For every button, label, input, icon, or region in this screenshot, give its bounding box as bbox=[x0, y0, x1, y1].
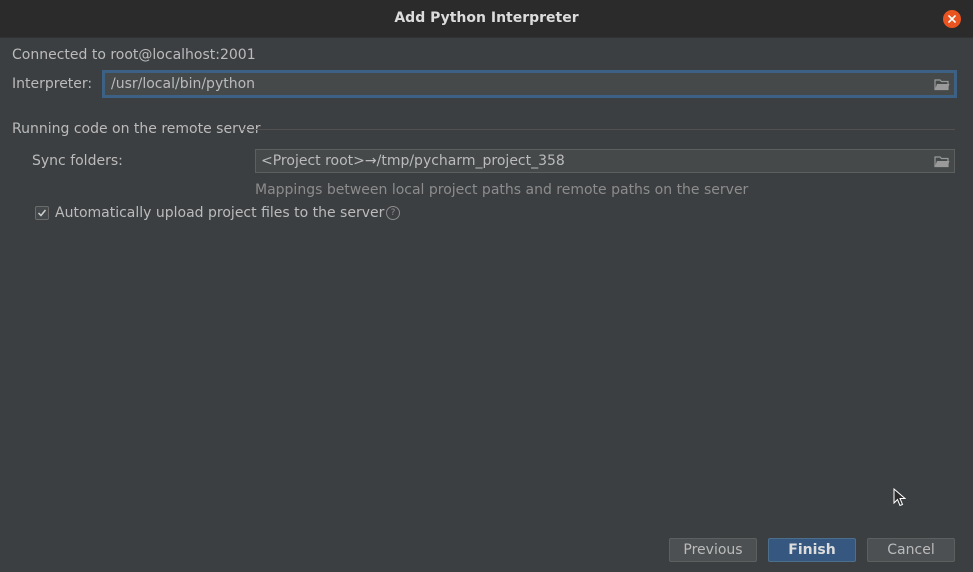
sync-folders-hint: Mappings between local project paths and… bbox=[255, 182, 749, 198]
folder-icon[interactable] bbox=[934, 78, 950, 91]
sync-folders-label: Sync folders: bbox=[32, 153, 123, 169]
sync-folders-input[interactable]: <Project root>→/tmp/pycharm_project_358 bbox=[255, 149, 955, 173]
previous-button[interactable]: Previous bbox=[669, 538, 757, 562]
finish-button[interactable]: Finish bbox=[768, 538, 856, 562]
section-title: Running code on the remote server bbox=[12, 121, 261, 137]
interpreter-label: Interpreter: bbox=[12, 76, 93, 92]
connection-status: Connected to root@localhost:2001 bbox=[12, 47, 256, 63]
folder-icon[interactable] bbox=[934, 155, 950, 168]
close-icon bbox=[948, 15, 956, 23]
close-button[interactable] bbox=[943, 10, 961, 28]
auto-upload-label[interactable]: Automatically upload project files to th… bbox=[55, 205, 384, 221]
interpreter-path-value: /usr/local/bin/python bbox=[111, 76, 256, 92]
mouse-cursor-icon bbox=[893, 488, 907, 507]
section-divider bbox=[242, 129, 955, 130]
checkmark-icon bbox=[37, 209, 47, 217]
help-icon[interactable]: ? bbox=[386, 206, 400, 220]
dialog-title: Add Python Interpreter bbox=[394, 10, 579, 26]
interpreter-path-input[interactable]: /usr/local/bin/python bbox=[104, 72, 955, 96]
cancel-button[interactable]: Cancel bbox=[867, 538, 955, 562]
title-bar: Add Python Interpreter bbox=[0, 0, 973, 38]
sync-folders-value: <Project root>→/tmp/pycharm_project_358 bbox=[261, 153, 565, 169]
auto-upload-checkbox[interactable] bbox=[35, 206, 49, 220]
